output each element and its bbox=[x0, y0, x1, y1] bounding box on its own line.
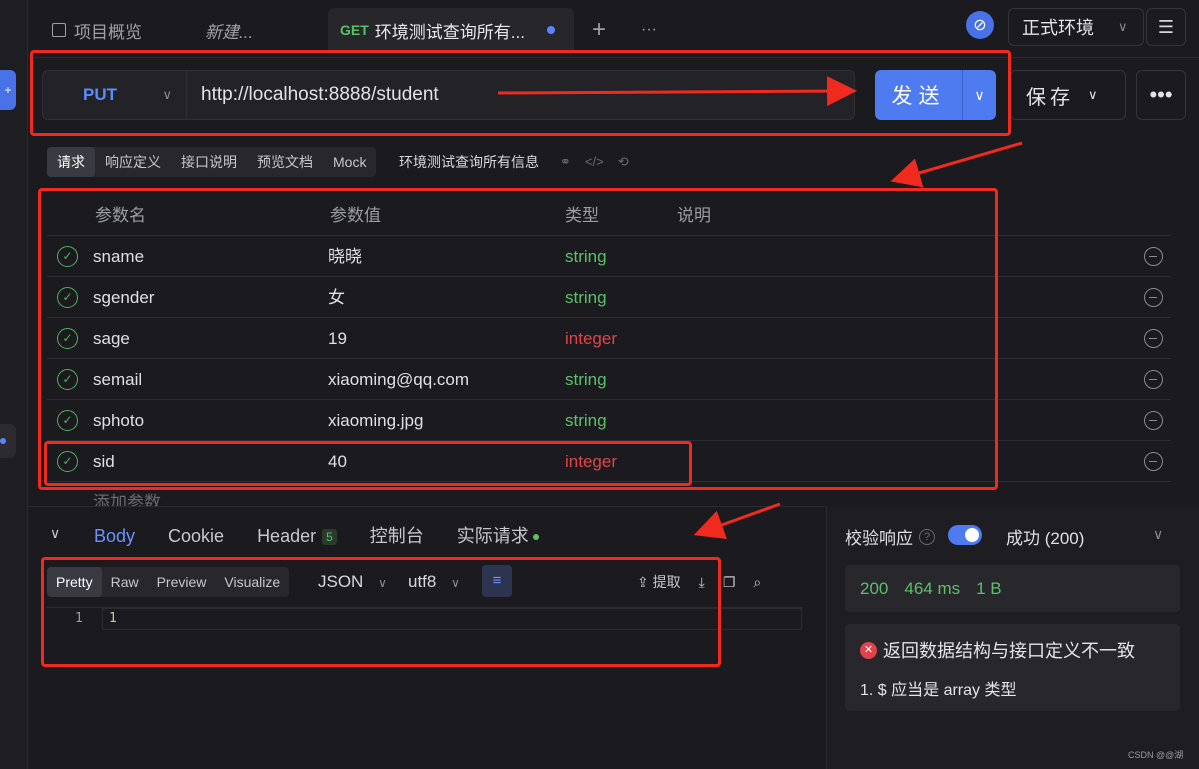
env-select[interactable]: 正式环境 ∨ bbox=[1008, 8, 1144, 46]
annotation-box-response bbox=[41, 557, 721, 667]
remove-icon[interactable] bbox=[1144, 452, 1163, 471]
tab-new-label: 新建... bbox=[205, 22, 254, 42]
response-time: 464 ms bbox=[904, 578, 961, 598]
tab-active-title: 环境测试查询所有... bbox=[374, 22, 525, 42]
tab-overview-label: 项目概览 bbox=[74, 22, 142, 42]
copy-icon[interactable]: ❐ bbox=[723, 567, 736, 597]
remove-icon[interactable] bbox=[1144, 370, 1163, 389]
tab-console[interactable]: 控制台 bbox=[370, 513, 424, 559]
add-param-input[interactable]: 添加参数 bbox=[93, 488, 161, 508]
tab-overview[interactable]: 项目概览 bbox=[52, 8, 142, 52]
chevron-down-icon: ∨ bbox=[1118, 19, 1128, 34]
response-stats: 200 464 ms 1 B bbox=[845, 565, 1180, 612]
subtab-api-doc[interactable]: 接口说明 bbox=[171, 147, 247, 177]
tab-header[interactable]: Header 5 bbox=[257, 513, 337, 559]
subtab-preview-doc[interactable]: 预览文档 bbox=[247, 147, 323, 177]
status-select[interactable]: 成功 (200) bbox=[1006, 524, 1084, 549]
remove-icon[interactable] bbox=[1144, 329, 1163, 348]
subtab-mock[interactable]: Mock bbox=[323, 147, 376, 177]
status-code: 200 bbox=[860, 578, 889, 598]
chevron-down-icon[interactable]: ∨ bbox=[1153, 526, 1163, 543]
tab-header-label: Header bbox=[257, 526, 317, 546]
tab-method: GET bbox=[340, 22, 369, 38]
tab-active-request[interactable]: GET 环境测试查询所有... bbox=[328, 8, 574, 52]
help-icon[interactable]: ? bbox=[919, 528, 935, 545]
share-icon[interactable]: ⟲ bbox=[618, 147, 629, 177]
subtab-request[interactable]: 请求 bbox=[47, 147, 95, 177]
env-sync-icon[interactable]: ⊘ bbox=[966, 11, 994, 39]
verify-toggle[interactable] bbox=[948, 525, 982, 545]
validation-error: ✕ 返回数据结构与接口定义不一致 1. $ 应当是 array 类型 bbox=[845, 624, 1180, 711]
rail-indicator[interactable] bbox=[0, 424, 16, 458]
error-icon: ✕ bbox=[860, 641, 877, 659]
annotation-arrow-params bbox=[890, 141, 1023, 188]
verify-panel: 校验响应 ? 成功 (200) ∨ 200 464 ms 1 B ✕ 返回数据结… bbox=[826, 506, 1199, 769]
error-title: 返回数据结构与接口定义不一致 bbox=[883, 641, 1135, 661]
verify-label-group: 校验响应 ? bbox=[845, 524, 935, 549]
more-options-icon[interactable]: ••• bbox=[1136, 70, 1186, 120]
remove-icon[interactable] bbox=[1144, 411, 1163, 430]
error-title-row: ✕ 返回数据结构与接口定义不一致 bbox=[860, 637, 1135, 663]
overview-icon bbox=[52, 23, 66, 37]
response-size: 1 B bbox=[976, 578, 1002, 598]
save-label: 保存 bbox=[1026, 86, 1074, 109]
api-actions: ⚭ </> ⟲ bbox=[560, 147, 629, 177]
hamburger-menu-icon[interactable]: ☰ bbox=[1146, 8, 1186, 46]
collapse-icon[interactable]: ∨ bbox=[50, 525, 60, 542]
annotation-box-request bbox=[30, 50, 1011, 136]
add-tab-button[interactable]: + bbox=[592, 8, 606, 52]
annotation-box-sid bbox=[44, 441, 692, 486]
chevron-down-icon: ∨ bbox=[1088, 87, 1102, 102]
more-tabs-button[interactable]: ··· bbox=[641, 8, 657, 52]
header-count-badge: 5 bbox=[322, 529, 337, 546]
rail-expand-icon[interactable]: + bbox=[0, 70, 16, 110]
tab-body[interactable]: Body bbox=[89, 513, 140, 559]
code-icon[interactable]: </> bbox=[585, 147, 604, 177]
tab-actual-request[interactable]: 实际请求 bbox=[457, 513, 539, 559]
unsaved-dot-icon bbox=[546, 26, 555, 34]
tab-cookie[interactable]: Cookie bbox=[168, 513, 224, 559]
tab-actual-request-label: 实际请求 bbox=[456, 526, 529, 546]
save-button[interactable]: 保存 ∨ bbox=[1010, 70, 1126, 120]
link-icon[interactable]: ⚭ bbox=[560, 147, 571, 177]
subtab-response-def[interactable]: 响应定义 bbox=[95, 147, 171, 177]
error-item: 1. $ 应当是 array 类型 bbox=[860, 682, 1017, 699]
watermark: CSDN @@湖 bbox=[1128, 750, 1184, 760]
remove-icon[interactable] bbox=[1144, 288, 1163, 307]
api-name: 环境测试查询所有信息 bbox=[399, 154, 539, 170]
env-name: 正式环境 bbox=[1022, 18, 1094, 38]
remove-icon[interactable] bbox=[1144, 247, 1163, 266]
response-tabs: Body Cookie Header 5 控制台 实际请求 bbox=[89, 513, 572, 559]
search-icon[interactable]: ⌕ bbox=[753, 567, 761, 597]
left-rail bbox=[0, 0, 28, 769]
tab-new[interactable]: 新建... bbox=[205, 8, 253, 52]
verify-label: 校验响应 bbox=[845, 529, 913, 548]
status-dot-icon bbox=[532, 534, 539, 541]
request-subtabs: 请求 响应定义 接口说明 预览文档 Mock bbox=[47, 147, 377, 177]
